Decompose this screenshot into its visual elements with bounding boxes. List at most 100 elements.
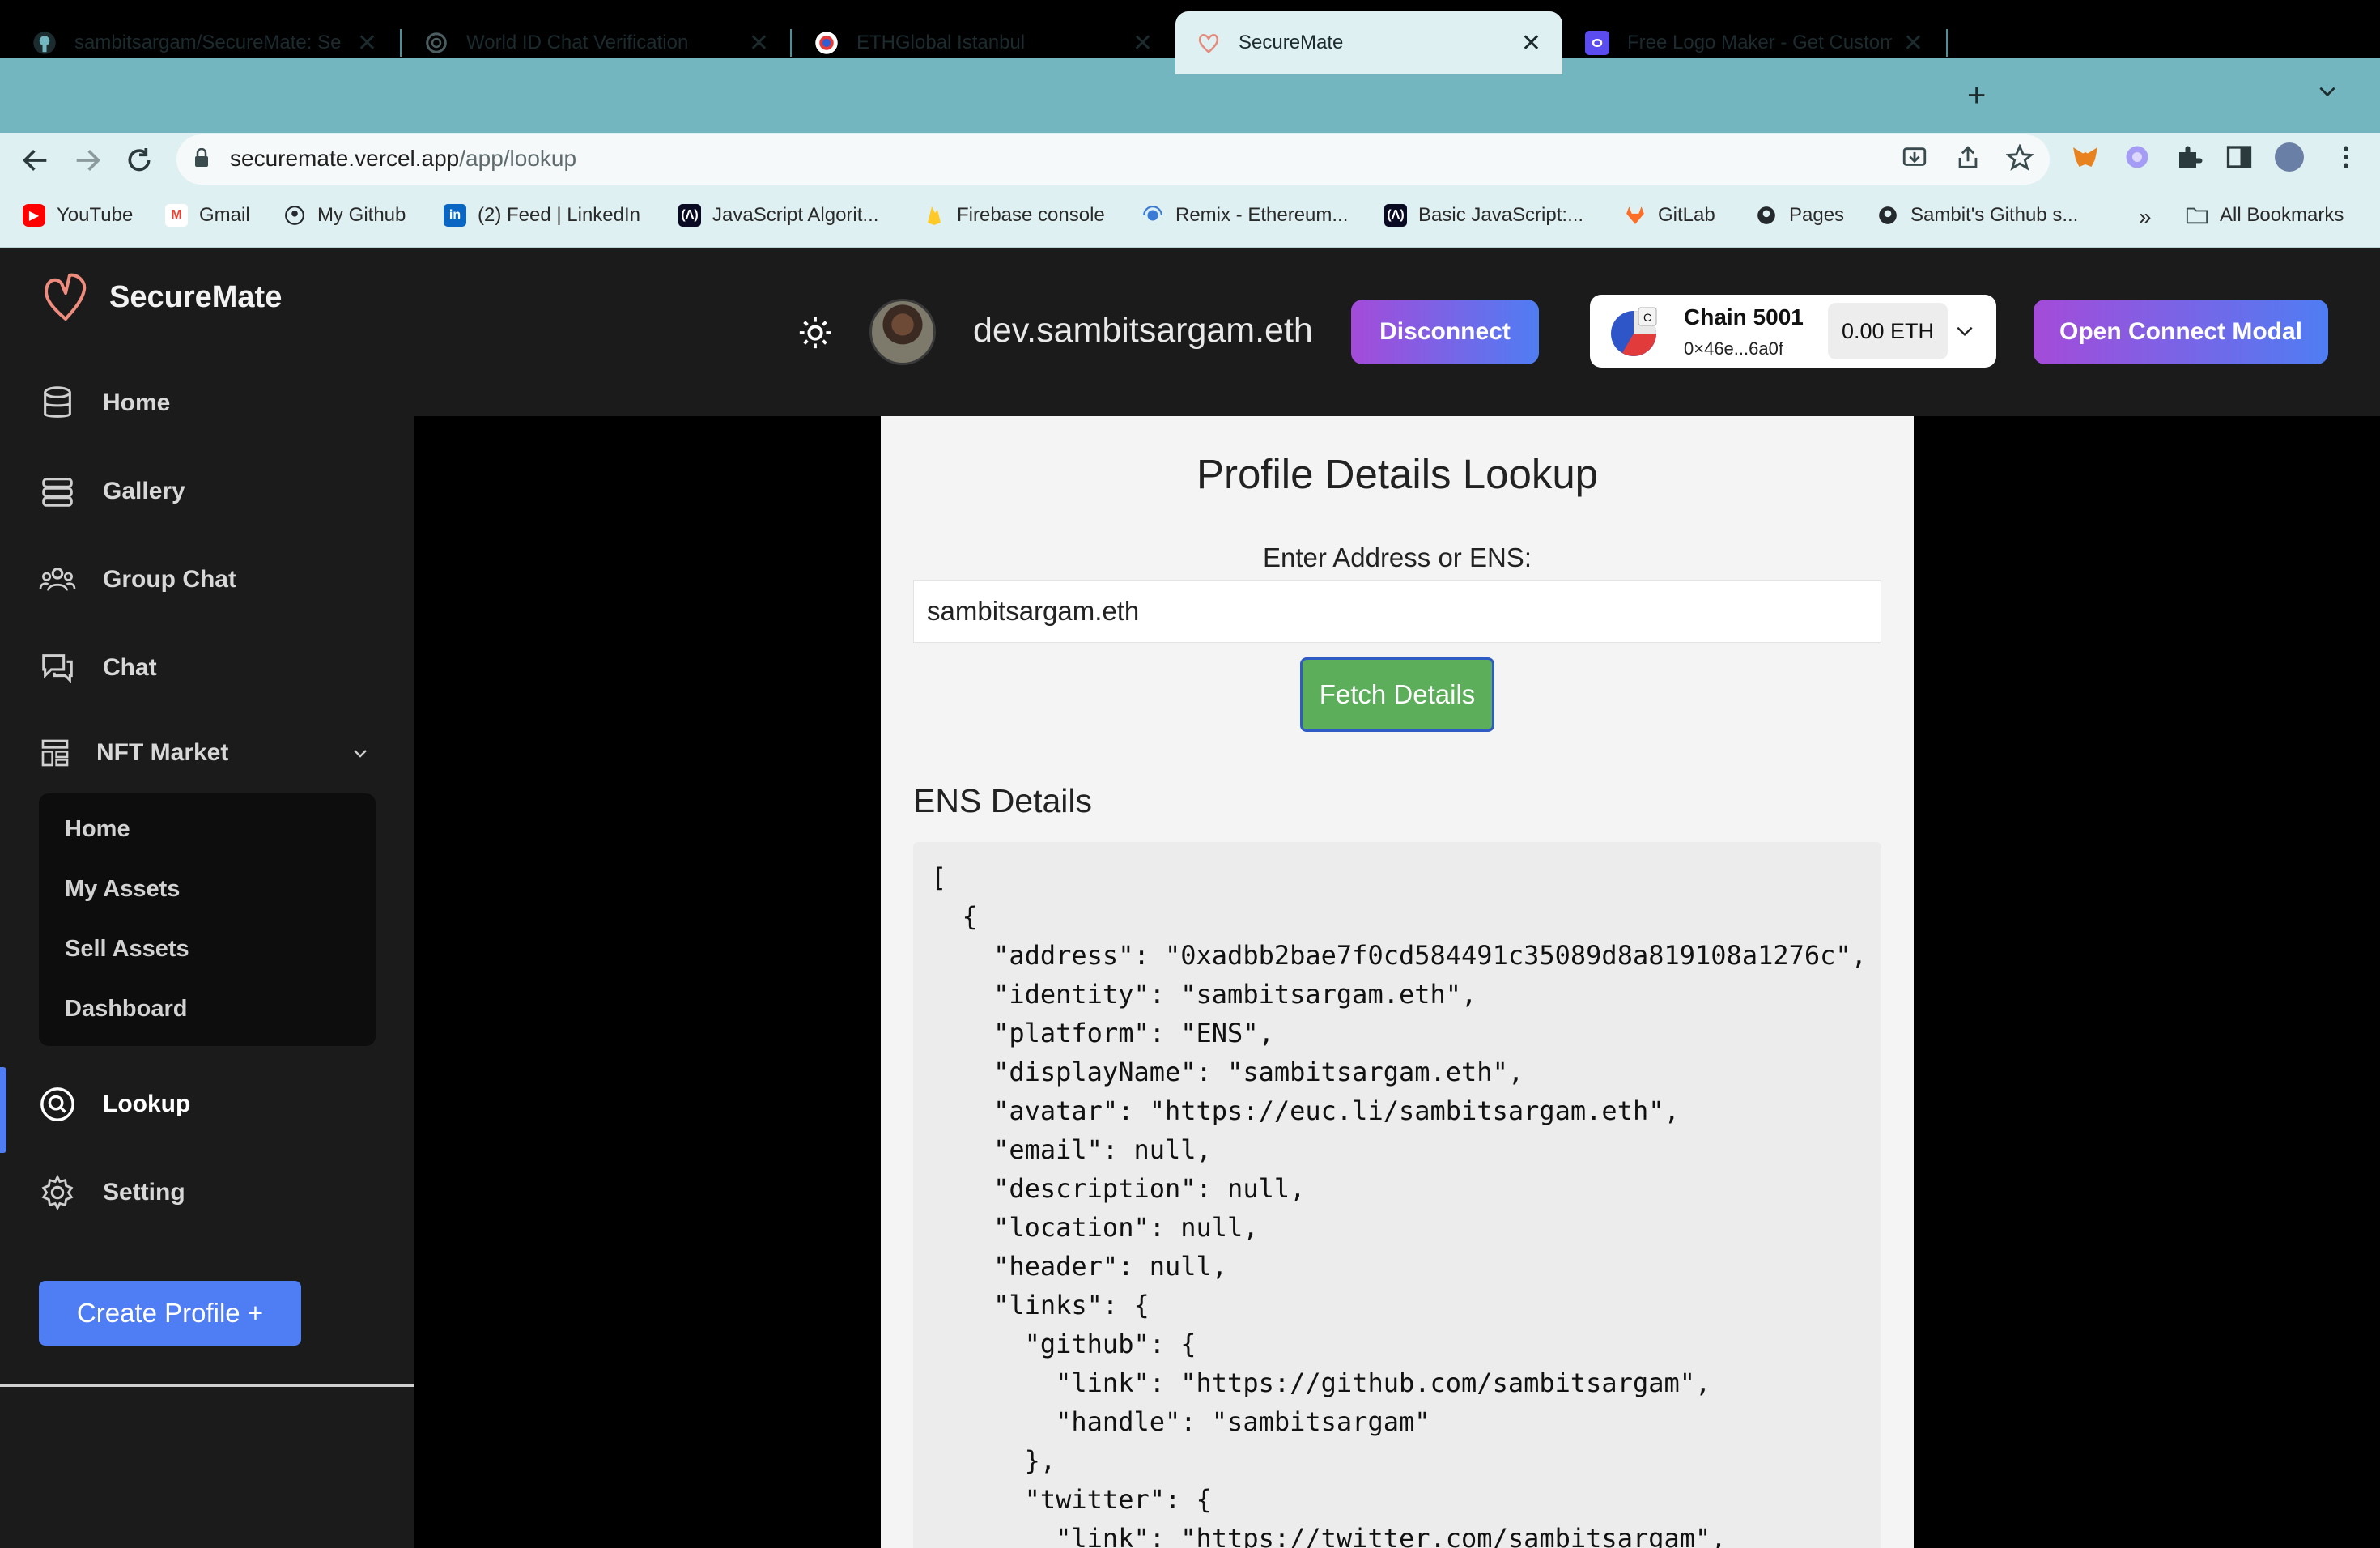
star-icon[interactable] [2005, 143, 2034, 178]
tab-label: ETHGlobal Istanbul [856, 32, 1026, 53]
gmail-icon: M [165, 204, 188, 227]
tab-worldid[interactable]: World ID Chat Verification ✕ [403, 11, 790, 74]
gear-icon [41, 1174, 74, 1211]
remix-icon [1141, 204, 1164, 227]
bookmark-label: Firebase console [957, 204, 1105, 226]
bookmark-firebase[interactable]: Firebase console [923, 204, 1105, 227]
close-icon[interactable]: ✕ [1903, 29, 1923, 57]
json-line: "location": null, [931, 1212, 1259, 1243]
more-bookmarks-button[interactable]: » [2139, 204, 2152, 230]
tab-ethglobal[interactable]: ETHGlobal Istanbul ✕ [793, 11, 1174, 74]
chain-name: Chain 5001 [1684, 304, 1804, 330]
bookmark-label: GitLab [1658, 204, 1715, 226]
bookmark-linkedin[interactable]: in (2) Feed | LinkedIn [444, 204, 640, 227]
url-path: /app/lookup [459, 146, 577, 171]
submenu-item-home[interactable]: Home [65, 816, 130, 843]
json-line: "identity": "sambitsargam.eth", [931, 979, 1477, 1010]
chain-address: 0×46e...6a0f [1684, 338, 1783, 359]
submenu-item-dashboard[interactable]: Dashboard [65, 996, 187, 1023]
puzzle-icon[interactable] [2174, 142, 2204, 172]
share-icon[interactable] [1954, 144, 1982, 178]
json-line: "description": null, [931, 1173, 1306, 1204]
profile-avatar-icon[interactable] [2275, 142, 2304, 172]
tab-securemate[interactable]: SecureMate ✕ [1175, 11, 1562, 74]
json-line: { [931, 901, 978, 932]
sidebar-item-chat[interactable]: Chat [0, 636, 414, 700]
submenu-item-my-assets[interactable]: My Assets [65, 876, 180, 903]
sidebar-divider [0, 1384, 414, 1387]
bookmark-gmail[interactable]: M Gmail [165, 204, 250, 227]
json-line: "displayName": "sambitsargam.eth", [931, 1057, 1524, 1087]
sun-icon[interactable] [797, 314, 834, 351]
sidebar-item-gallery[interactable]: Gallery [0, 459, 414, 524]
database-icon [44, 386, 71, 418]
bookmark-sambit-github[interactable]: Sambit's Github s... [1876, 204, 2078, 227]
reload-icon[interactable] [123, 144, 155, 184]
bookmark-gitlab[interactable]: GitLab [1624, 204, 1715, 227]
forward-icon[interactable] [71, 144, 104, 184]
metamask-icon[interactable] [2071, 142, 2100, 172]
disconnect-button[interactable]: Disconnect [1351, 300, 1539, 364]
bookmark-remix[interactable]: Remix - Ethereum... [1141, 204, 1348, 227]
json-line: "handle": "sambitsargam" [931, 1406, 1430, 1437]
chat-icon [42, 654, 73, 684]
kebab-menu-icon[interactable] [2331, 142, 2361, 172]
json-line: "link": "https://twitter.com/sambitsarga… [931, 1523, 1727, 1548]
install-icon[interactable] [1901, 144, 1928, 178]
avatar[interactable] [869, 299, 936, 365]
sidebar-item-lookup[interactable]: Lookup [0, 1072, 414, 1137]
extension-icon[interactable] [2123, 142, 2152, 172]
openai-icon [424, 31, 448, 55]
bookmark-my-github[interactable]: My Github [283, 204, 406, 227]
open-connect-modal-button[interactable]: Open Connect Modal [2034, 300, 2328, 364]
sidebar-item-home[interactable]: Home [0, 371, 414, 436]
bookmark-label: Gmail [199, 204, 250, 226]
layers-icon [42, 478, 73, 507]
linkedin-icon: in [444, 204, 466, 227]
url-host: securemate.vercel.app [230, 146, 460, 171]
tab-search-chevron-icon[interactable] [2317, 81, 2338, 108]
sidebar-item-group-chat[interactable]: Group Chat [0, 547, 414, 612]
bookmark-basic-js[interactable]: (Λ) Basic JavaScript:... [1384, 204, 1583, 227]
sidebar-item-label: Group Chat [103, 566, 236, 593]
json-line: "avatar": "https://euc.li/sambitsargam.e… [931, 1095, 1680, 1126]
tab-logo-maker[interactable]: Free Logo Maker - Get Custom ✕ [1564, 11, 1944, 74]
close-icon[interactable]: ✕ [1521, 29, 1541, 57]
firebase-icon [923, 204, 946, 227]
sidebar-item-setting[interactable]: Setting [0, 1160, 414, 1225]
all-bookmarks[interactable]: All Bookmarks [2186, 204, 2344, 227]
back-icon[interactable] [19, 144, 52, 184]
page-title: Profile Details Lookup [1196, 451, 1599, 497]
ens-name: dev.sambitsargam.eth [973, 311, 1313, 350]
bookmark-js-algorithms[interactable]: (Λ) JavaScript Algorit... [678, 204, 878, 227]
bookmark-label: Remix - Ethereum... [1175, 204, 1349, 226]
json-line: "header": null, [931, 1251, 1228, 1282]
new-tab-button[interactable]: + [1967, 78, 1986, 114]
close-icon[interactable]: ✕ [749, 29, 769, 57]
close-icon[interactable]: ✕ [1133, 29, 1153, 57]
bookmark-pages[interactable]: Pages [1755, 204, 1844, 227]
bookmark-youtube[interactable]: ▶ YouTube [23, 204, 133, 227]
json-line: "twitter": { [931, 1484, 1212, 1515]
close-icon[interactable]: ✕ [357, 29, 377, 57]
ens-details-heading: ENS Details [913, 782, 1093, 819]
json-line: "address": "0xadbb2bae7f0cd584491c35089d… [931, 940, 1867, 971]
bookmark-label: JavaScript Algorit... [712, 204, 879, 226]
url-text[interactable]: securemate.vercel.app/app/lookup [230, 146, 576, 172]
chevron-down-icon[interactable] [351, 743, 370, 763]
submenu-item-sell-assets[interactable]: Sell Assets [65, 936, 189, 963]
lock-icon [195, 148, 208, 167]
gitlab-icon [1624, 204, 1647, 227]
json-line: "github": { [931, 1329, 1196, 1359]
sidepanel-icon[interactable] [2225, 142, 2254, 172]
tab-github[interactable]: sambitsargam/SecureMate: Se ✕ [11, 11, 398, 74]
fcc-icon: (Λ) [1384, 204, 1407, 227]
create-profile-button[interactable]: Create Profile + [39, 1281, 301, 1346]
youtube-icon: ▶ [23, 204, 45, 227]
bookmark-label: All Bookmarks [2220, 204, 2344, 226]
json-line: "platform": "ENS", [931, 1018, 1274, 1048]
chevron-down-icon[interactable] [1954, 321, 1975, 342]
fetch-details-button[interactable]: Fetch Details [1300, 657, 1494, 732]
folder-icon [2186, 204, 2208, 227]
address-input[interactable] [913, 580, 1881, 643]
